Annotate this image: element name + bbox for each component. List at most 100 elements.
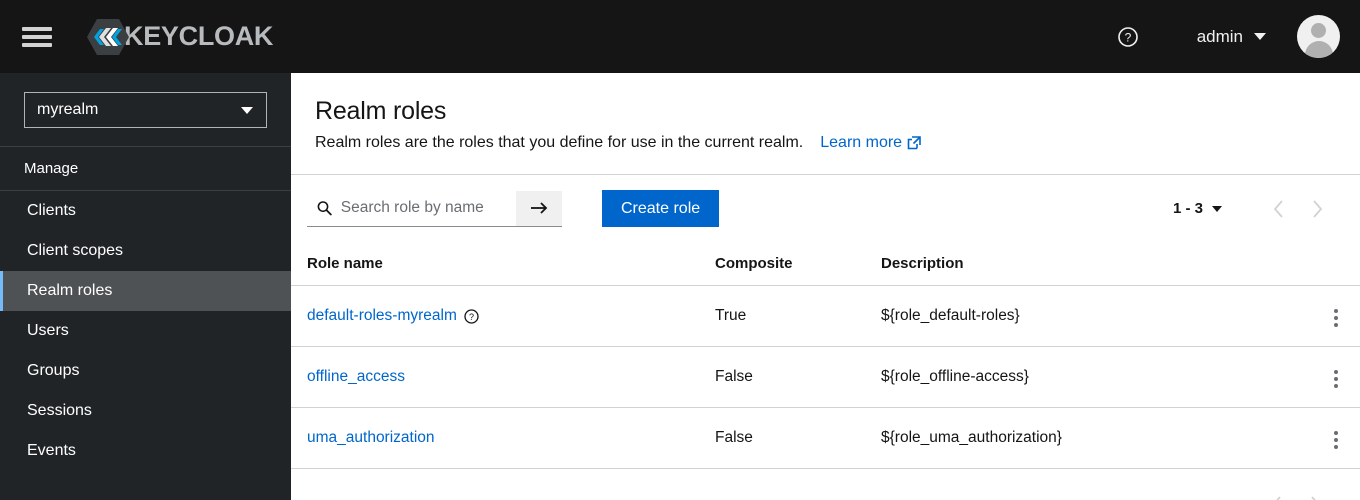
role-link[interactable]: offline_access (307, 368, 405, 386)
avatar[interactable] (1297, 15, 1340, 58)
realm-selector-value: myrealm (37, 101, 99, 118)
cell-description: ${role_uma_authorization} (881, 407, 1312, 469)
sidebar-item-groups[interactable]: Groups (0, 351, 291, 391)
user-menu-toggle[interactable]: admin (1197, 27, 1266, 47)
learn-more-link[interactable]: Learn more (820, 134, 921, 152)
table-head: Role name Composite Description (291, 243, 1360, 286)
cell-role-name: uma_authorization (291, 407, 715, 469)
table-header-row: Role name Composite Description (291, 243, 1360, 286)
search-submit-button[interactable] (516, 190, 562, 227)
kebab-dot (1334, 323, 1338, 327)
column-header-composite: Composite (715, 243, 881, 286)
arrow-right-icon (530, 202, 547, 214)
column-header-role-name: Role name (291, 243, 715, 286)
keycloak-admin-console: KEYCLOAK ? admin myrealm Manage Clients … (0, 0, 1360, 500)
table-row: offline_access False ${role_offline-acce… (291, 346, 1360, 408)
main-content: Realm roles Realm roles are the roles th… (291, 73, 1360, 500)
chevron-left-icon (1276, 496, 1281, 500)
learn-more-label: Learn more (820, 134, 903, 151)
hamburger-bar (22, 26, 52, 31)
search-box (307, 190, 516, 227)
toolbar: Create role 1 - 3 (291, 175, 1360, 243)
cell-description: ${role_default-roles} (881, 285, 1312, 347)
sidebar: myrealm Manage Clients Client scopes Rea… (0, 73, 291, 500)
page-title: Realm roles (315, 97, 447, 125)
help-circle-icon[interactable]: ? (1111, 20, 1145, 54)
search-input[interactable] (331, 199, 516, 217)
kebab-dot (1334, 384, 1338, 388)
sidebar-item-realm-roles[interactable]: Realm roles (0, 271, 291, 311)
cell-role-name: default-roles-myrealm ? (291, 285, 715, 347)
table-row: default-roles-myrealm ? True ${role_defa… (291, 285, 1360, 347)
table-row: uma_authorization False ${role_uma_autho… (291, 407, 1360, 469)
cell-composite: False (715, 346, 881, 408)
role-link[interactable]: uma_authorization (307, 429, 435, 447)
help-circle-icon[interactable]: ? (464, 308, 479, 324)
kebab-dot (1334, 445, 1338, 449)
cell-composite: True (715, 285, 881, 347)
kebab-menu-icon[interactable] (1325, 365, 1347, 393)
chevron-left-icon (1273, 199, 1283, 218)
pagination-next-button[interactable] (1298, 192, 1336, 226)
roles-table: Role name Composite Description default-… (291, 243, 1360, 469)
svg-text:?: ? (469, 312, 474, 322)
table-body: default-roles-myrealm ? True ${role_defa… (291, 285, 1360, 469)
pagination-bottom: 1 - 3 (291, 469, 1360, 500)
chevron-right-icon (1313, 199, 1323, 218)
sidebar-item-label: Users (27, 322, 69, 339)
brand-logo-link[interactable]: KEYCLOAK (86, 17, 273, 57)
kebab-dot (1334, 316, 1338, 320)
pagination-range: 1 - 3 (1172, 200, 1203, 217)
pagination-next-button[interactable] (1296, 488, 1334, 500)
cell-role-name: offline_access (291, 346, 715, 408)
chevron-down-icon (1254, 33, 1266, 40)
cell-actions (1312, 285, 1360, 347)
external-link-icon (907, 136, 921, 150)
sidebar-item-label: Clients (27, 202, 76, 219)
role-name-label: default-roles-myrealm (307, 307, 457, 324)
page-header: Realm roles Realm roles are the roles th… (291, 73, 1360, 175)
sidebar-item-clients[interactable]: Clients (0, 191, 291, 231)
pagination-top: 1 - 3 (1173, 192, 1336, 226)
pagination-options-toggle[interactable] (1212, 205, 1222, 212)
masthead-actions: ? admin (1111, 15, 1340, 58)
sidebar-item-label: Events (27, 442, 76, 459)
column-header-description: Description (881, 243, 1312, 286)
sidebar-item-label: Realm roles (27, 282, 113, 299)
pagination-prev-button[interactable] (1260, 192, 1298, 226)
nav-section-manage: Manage (0, 146, 291, 191)
sidebar-item-users[interactable]: Users (0, 311, 291, 351)
page-description: Realm roles are the roles that you defin… (315, 134, 804, 151)
kebab-dot (1334, 431, 1338, 435)
kebab-dot (1334, 370, 1338, 374)
cell-description: ${role_offline-access} (881, 346, 1312, 408)
chevron-right-icon (1311, 496, 1316, 500)
sidebar-item-events[interactable]: Events (0, 431, 291, 471)
hamburger-bar (22, 34, 52, 39)
brand-text: KEYCLOAK (124, 21, 274, 51)
masthead: KEYCLOAK ? admin (0, 0, 1360, 73)
kebab-menu-icon[interactable] (1325, 304, 1347, 332)
sidebar-item-label: Sessions (27, 402, 92, 419)
kebab-menu-icon[interactable] (1325, 426, 1347, 454)
create-role-button[interactable]: Create role (602, 190, 720, 227)
keycloak-logo-icon (86, 17, 130, 57)
cell-composite: False (715, 407, 881, 469)
role-link[interactable]: default-roles-myrealm ? (307, 307, 479, 325)
sidebar-item-sessions[interactable]: Sessions (0, 391, 291, 431)
kebab-dot (1334, 309, 1338, 313)
pagination-prev-button[interactable] (1258, 488, 1296, 500)
kebab-dot (1334, 438, 1338, 442)
hamburger-icon[interactable] (22, 24, 52, 50)
realm-selector[interactable]: myrealm (24, 92, 267, 128)
search-icon (317, 201, 332, 216)
sidebar-item-label: Groups (27, 362, 80, 379)
hamburger-bar (22, 42, 52, 47)
sidebar-item-client-scopes[interactable]: Client scopes (0, 231, 291, 271)
page-body: myrealm Manage Clients Client scopes Rea… (0, 73, 1360, 500)
pagination-range: 1 - 3 (1171, 497, 1201, 500)
page-description-row: Realm roles are the roles that you defin… (315, 134, 1336, 152)
cell-actions (1312, 407, 1360, 469)
user-name: admin (1196, 26, 1243, 46)
role-name-label: offline_access (307, 368, 405, 385)
